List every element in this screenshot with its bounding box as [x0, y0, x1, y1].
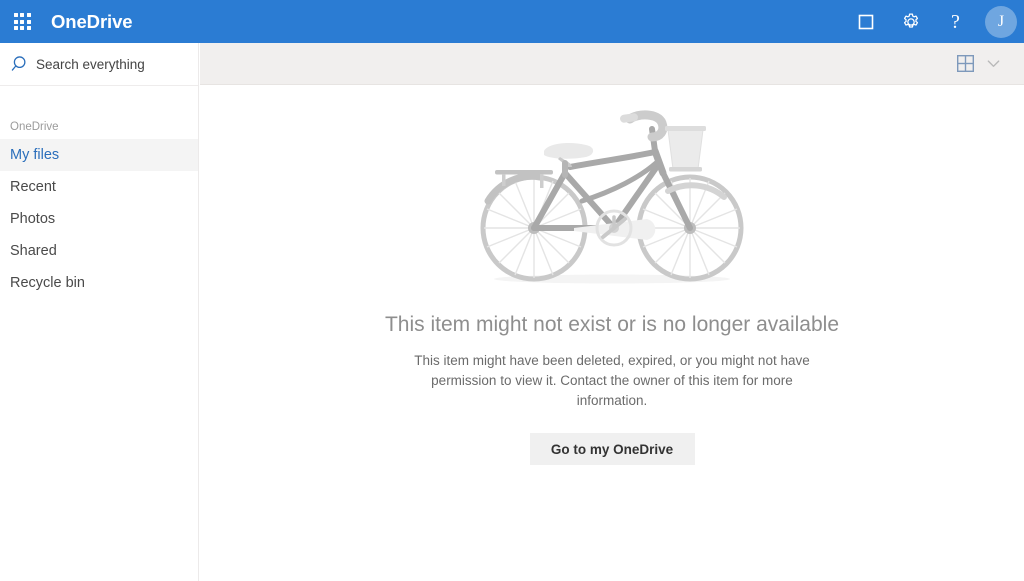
suite-header: OneDrive ? J [0, 0, 1024, 43]
sidebar-item-photos[interactable]: Photos [0, 203, 198, 235]
settings-button[interactable] [888, 0, 933, 43]
sidebar-item-my-files[interactable]: My files [0, 139, 198, 171]
question-mark-icon: ? [951, 10, 960, 33]
sidebar-item-recent[interactable]: Recent [0, 171, 198, 203]
sidebar-item-shared[interactable]: Shared [0, 235, 198, 267]
waffle-grid-icon [13, 13, 31, 30]
avatar: J [985, 5, 1017, 38]
go-to-my-onedrive-button[interactable]: Go to my OneDrive [529, 433, 695, 465]
onedrive-square-button[interactable] [843, 0, 888, 43]
sidebar-item-label: Recent [10, 179, 56, 195]
basket [665, 126, 706, 172]
crank-chain [574, 209, 656, 247]
bicycle-illustration [462, 97, 762, 292]
command-bar [200, 43, 1024, 85]
search-input[interactable] [36, 56, 186, 72]
header-actions: ? J [843, 0, 1024, 43]
brand-title[interactable]: OneDrive [51, 11, 133, 33]
sidebar-item-recycle-bin[interactable]: Recycle bin [0, 267, 198, 299]
sidebar-item-label: Recycle bin [10, 275, 85, 291]
app-launcher-button[interactable] [0, 0, 44, 43]
view-options-chevron-button[interactable] [980, 51, 1006, 77]
help-button[interactable]: ? [933, 0, 978, 43]
square-outline-icon [858, 14, 873, 29]
error-title: This item might not exist or is no longe… [384, 313, 840, 336]
search-box[interactable] [0, 43, 198, 86]
search-icon [11, 56, 26, 71]
chevron-down-icon [987, 60, 999, 68]
main-content: This item might not exist or is no longe… [200, 85, 1024, 581]
sidebar-nav: My files Recent Photos Shared Recycle bi… [0, 139, 198, 299]
onedrive-page: OneDrive ? J Search everything OneDrive … [0, 0, 1024, 581]
error-body: This item might have been deleted, expir… [414, 353, 810, 408]
account-button[interactable]: J [978, 0, 1024, 43]
tile-view-icon [956, 55, 974, 72]
sidebar: OneDrive My files Recent Photos Shared R… [0, 43, 199, 581]
sidebar-group-label: OneDrive [10, 121, 59, 133]
tile-view-button[interactable] [952, 51, 978, 77]
sidebar-item-label: Shared [10, 243, 57, 259]
gear-icon [903, 13, 918, 28]
sidebar-item-label: My files [10, 147, 60, 163]
sidebar-item-label: Photos [10, 211, 56, 227]
bicycle-illustration-svg [480, 110, 744, 284]
